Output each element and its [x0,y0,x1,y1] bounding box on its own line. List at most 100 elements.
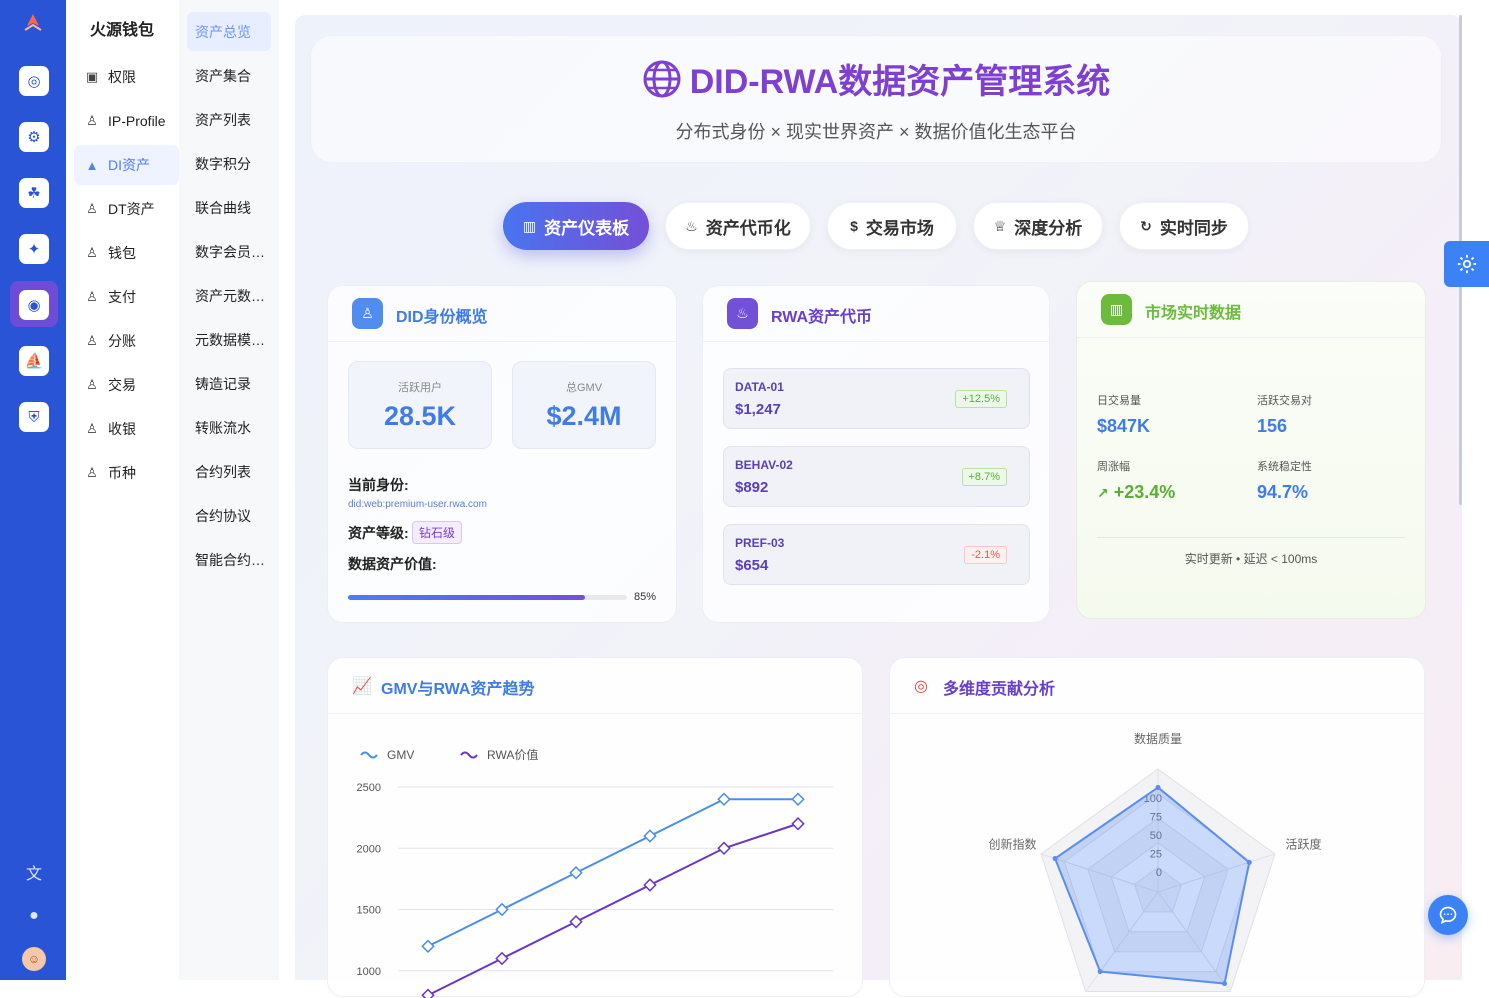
bird-app-icon[interactable]: ✦ [19,234,49,264]
card-title: 市场实时数据 [1145,305,1242,322]
token-row[interactable]: PREF-03 $654 -2.1% [723,524,1030,585]
menu-label: IP-Profile [108,113,166,129]
translate-icon[interactable]: 文 [22,860,46,884]
active-pairs-value: 156 [1257,416,1288,436]
data-point[interactable] [569,866,583,880]
data-point[interactable] [643,829,657,843]
egg-app-icon[interactable]: ◉ [19,290,49,320]
menu-item-dt-assets[interactable]: ♙ DT资产 [74,189,179,229]
user-icon: ♙ [86,377,98,392]
tab-market[interactable]: $ 交易市场 [827,202,957,250]
data-point[interactable] [421,988,435,998]
fan-app-icon[interactable]: ☘ [19,178,49,208]
tab-sync[interactable]: ↻ 实时同步 [1119,202,1249,250]
data-point[interactable] [643,878,657,892]
submenu-item[interactable]: 合约列表 [187,452,271,491]
card-title: 多维度贡献分析 [943,681,1056,698]
token-row[interactable]: BEHAV-02 $892 +8.7% [723,446,1030,507]
data-point[interactable] [791,792,805,806]
gear-icon [1457,254,1476,274]
token-change: +8.7% [961,468,1007,486]
legend-label[interactable]: RWA价值 [487,747,538,762]
flame-icon: ♨ [727,298,758,329]
token-change: -2.1% [964,546,1007,564]
menu-item-di-assets[interactable]: ▲ DI资产 [74,145,179,185]
flame-icon: ♨ [685,217,698,234]
asset-value-progress [348,595,627,600]
tier-label: 资产等级: [348,525,409,541]
active-users-stat: 活跃用户 28.5K [348,361,492,449]
trend-line-chart: 2500200015001000500GMVRWA价值 [357,747,833,998]
menu-item-payment[interactable]: ♙ 支付 [74,277,179,317]
submenu-item[interactable]: 智能合约… [187,540,271,579]
user-icon: ♙ [86,421,98,436]
submenu-item[interactable]: 资产总览 [187,12,271,51]
token-name: BEHAV-02 [735,458,793,472]
menu-item-currency[interactable]: ♙ 币种 [74,453,179,493]
menu-item-trade[interactable]: ♙ 交易 [74,365,179,405]
radar-axis-label: 创新指数 [988,837,1036,852]
submenu-item[interactable]: 元数据模… [187,320,271,359]
data-point[interactable] [717,792,731,806]
app-rail: ◎ ⚙ ☘ ✦ ◉ ⛵ ⛨ 文 ● ☺ [0,0,66,980]
submenu-item[interactable]: 资产元数… [187,276,271,315]
radar-point[interactable] [1222,981,1228,987]
submenu-item[interactable]: 合约协议 [187,496,271,535]
submenu-item[interactable]: 数字会员… [187,232,271,271]
tab-label: 资产代币化 [705,218,791,238]
chat-button[interactable] [1428,895,1468,935]
menu-item-cashier[interactable]: ♙ 收银 [74,409,179,449]
radar-point[interactable] [1246,859,1252,865]
token-price: $654 [735,557,769,574]
stat-label: 总GMV [565,382,603,394]
submenu-item[interactable]: 转账流水 [187,408,271,447]
token-row[interactable]: DATA-01 $1,247 +12.5% [723,368,1030,429]
settings-button[interactable] [1444,241,1489,287]
data-point[interactable] [421,939,435,953]
robot-app-icon[interactable]: ⚙ [19,122,49,152]
submenu-item[interactable]: 数字积分 [187,144,271,183]
shield-app-icon[interactable]: ⛨ [19,402,49,432]
y-tick-label: 1500 [357,905,381,917]
contribution-radar-chart: 数据质量活跃度贡献价值社区影响创新指数0255075100 [988,731,1322,993]
progress-text: 85% [634,591,657,603]
menu-item-permissions[interactable]: ▣ 权限 [74,57,179,97]
data-point[interactable] [495,951,509,966]
tab-analysis[interactable]: ♕ 深度分析 [973,202,1103,250]
submenu-item[interactable]: 联合曲线 [187,188,271,227]
trophy-icon: ♕ [993,217,1007,234]
page-subtitle: 分布式身份 × 现实世界资产 × 数据价值化生态平台 [675,122,1077,142]
token-price: $892 [735,479,769,496]
did-identifier: did:web:premium-user.rwa.com [348,499,487,510]
menu-item-wallet[interactable]: ♙ 钱包 [74,233,179,273]
radar-point[interactable] [1155,784,1161,790]
bar-chart-icon: ▥ [522,217,537,234]
ship-app-icon[interactable]: ⛵ [19,346,49,376]
avatar[interactable]: ☺ [22,947,46,971]
tab-tokenize[interactable]: ♨ 资产代币化 [665,202,811,250]
target-icon: ◎ [914,678,928,695]
legend-label[interactable]: GMV [387,748,414,762]
menu-item-ip-profile[interactable]: ♙ IP-Profile [74,101,179,141]
progress-fill [348,595,586,600]
data-point[interactable] [569,915,583,929]
radar-axis-label: 数据质量 [1134,731,1182,746]
data-point[interactable] [791,817,805,831]
dart-app-icon[interactable]: ◎ [19,66,49,96]
stability-value: 94.7% [1257,482,1309,502]
stat-value: $2.4M [546,401,622,431]
submenu-item[interactable]: 资产列表 [187,100,271,139]
radar-point[interactable] [1052,856,1058,862]
menu-item-split[interactable]: ♙ 分账 [74,321,179,361]
chart-emoji-icon: 📈 [352,678,372,695]
metric-label: 系统稳定性 [1257,461,1312,473]
github-icon[interactable]: ● [22,904,46,928]
tab-dashboard[interactable]: ▥ 资产仪表板 [503,202,649,250]
submenu-item[interactable]: 资产集合 [187,56,271,95]
flame-logo-icon[interactable] [21,12,45,34]
radar-point[interactable] [1097,969,1103,975]
submenu-item[interactable]: 铸造记录 [187,364,271,403]
data-point[interactable] [495,902,509,917]
data-point[interactable] [717,841,731,855]
gmv-stat: 总GMV $2.4M [512,361,656,449]
